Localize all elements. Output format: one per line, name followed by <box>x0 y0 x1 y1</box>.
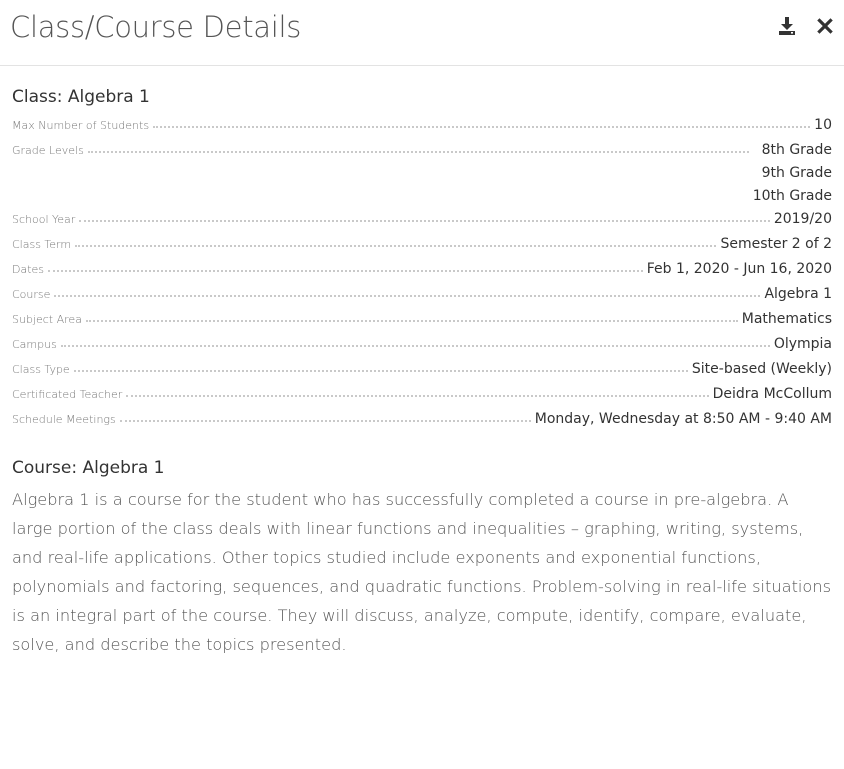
course-section-title: Course: Algebra 1 <box>12 458 165 478</box>
detail-row-campus: Campus Olympia <box>12 333 832 358</box>
detail-value: Olympia <box>773 336 832 352</box>
detail-row-schedule-meetings: Schedule Meetings Monday, Wednesday at 8… <box>12 408 832 433</box>
dot-leader <box>54 283 761 297</box>
detail-label: Dates <box>12 263 45 276</box>
detail-label: Course <box>12 288 51 301</box>
dot-leader <box>75 233 717 247</box>
detail-label: Grade Levels <box>12 144 84 157</box>
detail-value: 10 <box>814 117 832 133</box>
close-icon <box>817 18 833 34</box>
grade-level-item: 10th Grade <box>752 188 832 204</box>
detail-value-list: 8th Grade 9th Grade 10th Grade <box>753 139 832 208</box>
detail-label: Subject Area <box>12 313 82 326</box>
course-section: Course: Algebra 1 Algebra 1 is a course … <box>12 457 832 659</box>
class-detail-list: Max Number of Students 10 Grade Levels 8… <box>12 114 832 433</box>
detail-row-grade-levels: Grade Levels 8th Grade 9th Grade 10th Gr… <box>12 139 832 208</box>
detail-row-certificated-teacher: Certificated Teacher Deidra McCollum <box>12 383 832 408</box>
detail-label: Campus <box>12 338 57 351</box>
grade-level-item: 9th Grade <box>761 165 832 181</box>
modal-header: Class/Course Details <box>0 0 844 66</box>
class-section: Class: Algebra 1 Max Number of Students … <box>12 86 832 433</box>
detail-value: Site-based (Weekly) <box>691 361 832 377</box>
download-icon <box>779 17 795 35</box>
modal-title: Class/Course Details <box>10 10 302 44</box>
class-section-title: Class: Algebra 1 <box>12 87 150 107</box>
detail-row-class-term: Class Term Semester 2 of 2 <box>12 233 832 258</box>
dot-leader <box>153 114 811 128</box>
modal-body: Class: Algebra 1 Max Number of Students … <box>12 86 832 659</box>
detail-label: School Year <box>12 213 76 226</box>
detail-row-school-year: School Year 2019/20 <box>12 208 832 233</box>
detail-label: Class Term <box>12 238 72 251</box>
dot-leader <box>79 208 770 222</box>
detail-row-course: Course Algebra 1 <box>12 283 832 308</box>
grade-level-item: 8th Grade <box>761 142 832 158</box>
course-description: Algebra 1 is a course for the student wh… <box>12 490 832 654</box>
detail-value: 2019/20 <box>773 211 832 227</box>
detail-row-dates: Dates Feb 1, 2020 - Jun 16, 2020 <box>12 258 832 283</box>
close-button[interactable] <box>814 15 836 37</box>
detail-row-class-type: Class Type Site-based (Weekly) <box>12 358 832 383</box>
detail-row-subject-area: Subject Area Mathematics <box>12 308 832 333</box>
header-actions <box>760 15 836 37</box>
dot-leader <box>60 333 770 347</box>
dot-leader <box>48 258 643 272</box>
dot-leader <box>73 358 688 372</box>
detail-label: Class Type <box>12 363 70 376</box>
dot-leader <box>85 308 738 322</box>
detail-label: Schedule Meetings <box>12 413 116 426</box>
dot-leader <box>119 408 531 422</box>
detail-value: Monday, Wednesday at 8:50 AM - 9:40 AM <box>534 411 832 427</box>
detail-row-max-students: Max Number of Students 10 <box>12 114 832 139</box>
detail-value: Semester 2 of 2 <box>720 236 832 252</box>
detail-value: Algebra 1 <box>764 286 832 302</box>
detail-label: Certificated Teacher <box>12 388 123 401</box>
dot-leader <box>87 139 749 153</box>
detail-value: Deidra McCollum <box>712 386 832 402</box>
detail-value: Mathematics <box>741 311 832 327</box>
detail-label: Max Number of Students <box>12 119 150 132</box>
download-button[interactable] <box>776 15 798 37</box>
detail-value: Feb 1, 2020 - Jun 16, 2020 <box>646 261 832 277</box>
dot-leader <box>126 383 709 397</box>
